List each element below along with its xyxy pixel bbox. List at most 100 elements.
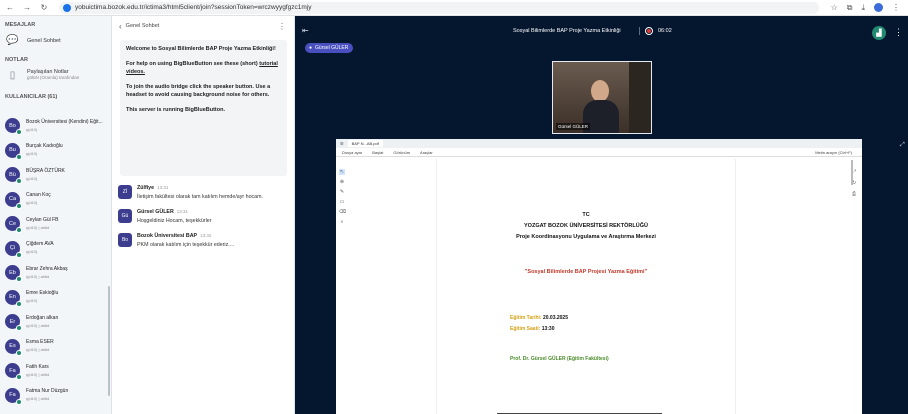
profile-avatar[interactable] bbox=[874, 2, 883, 12]
chat-title[interactable]: Genel Sohbet bbox=[126, 23, 160, 29]
user-name: Burçak Kadıoğlu bbox=[26, 143, 63, 149]
date-label: Eğitim Tarihi: bbox=[510, 315, 542, 321]
address-bar[interactable]: yobuictima.bozok.edu.tr/ictima3/html5cli… bbox=[59, 1, 819, 14]
user-name: Erdoğan alkan bbox=[26, 314, 59, 321]
sidebar-scrollbar[interactable] bbox=[108, 286, 110, 396]
menu-tools: Araçlar bbox=[420, 149, 433, 155]
pointer-tool-icon[interactable]: ↖ bbox=[339, 169, 345, 175]
public-chat-item[interactable]: 💬 Genel Sohbet bbox=[0, 32, 111, 49]
site-info-icon[interactable] bbox=[63, 3, 71, 12]
user-avatar: Ca bbox=[5, 191, 22, 209]
user-avatar: Fa bbox=[5, 387, 22, 405]
message-time: 13:32 bbox=[200, 233, 212, 238]
user-list-item[interactable]: Bu Burçak Kadıoğlu ş(d10) bbox=[5, 142, 111, 160]
bookmark-star-icon[interactable]: ☆ bbox=[831, 3, 838, 13]
users-section-title: KULLANICILAR (61) bbox=[5, 94, 58, 100]
shared-notes-item[interactable]: ▯ Paylaşılan Notlar gölüN (Oramla) taraf… bbox=[0, 66, 111, 84]
pen-tool-icon[interactable]: ✎ bbox=[339, 189, 345, 195]
microphone-icon: ● bbox=[309, 45, 313, 51]
user-name: Bozok Üniversitesi (Kendini) Eğit... bbox=[26, 118, 103, 125]
chevron-left-icon[interactable]: ‹ bbox=[119, 22, 122, 31]
fit-icon[interactable]: ⤢ bbox=[852, 169, 860, 175]
webcam-person-head bbox=[591, 80, 609, 102]
zoom-tool-icon[interactable]: ⊕ bbox=[339, 179, 345, 185]
reload-icon[interactable]: ↻ bbox=[37, 1, 51, 15]
user-name: BÜŞRA ÖZTÜRK bbox=[26, 167, 65, 174]
chat-message: Gü Gürsel GÜLER 13:31 Hoşgeldiniz Hocam, … bbox=[112, 209, 294, 224]
presenter-name: Gürsel GÜLER bbox=[315, 45, 349, 51]
shared-notes-sub: gölüN (Oramla) tarafından bbox=[27, 75, 80, 80]
extensions-icon[interactable]: ⧉ bbox=[847, 3, 853, 13]
welcome-title: Welcome to Sosyal Bilimlerde BAP Proje Y… bbox=[126, 46, 276, 52]
user-list-item[interactable]: Bü BÜŞRA ÖZTÜRK ş(d10) bbox=[5, 167, 111, 184]
message-author: Bozok Üniversitesi BAP bbox=[137, 233, 198, 239]
message-text: Hoşgeldiniz Hocam, teşekkürler bbox=[137, 218, 212, 224]
user-name: Fatma Nur Düzgün bbox=[26, 388, 69, 394]
highlight-tool-icon[interactable]: ▭ bbox=[339, 199, 345, 205]
online-status-icon bbox=[16, 325, 22, 331]
back-icon[interactable]: ← bbox=[3, 1, 17, 15]
right-toolbar: ⤢ ↻ ⎙ bbox=[852, 169, 860, 197]
menu-view: Görünüm bbox=[393, 149, 411, 155]
message-time: 13:31 bbox=[157, 185, 169, 190]
user-avatar: Bo bbox=[5, 118, 22, 135]
message-author: Zülfiye bbox=[137, 185, 155, 191]
user-list-item[interactable]: Ce Ceylan Gül FB ş(d10) | ahtid bbox=[5, 216, 111, 233]
meeting-title: Sosyal Bilimlerde BAP Proje Yazma Etkinl… bbox=[513, 28, 621, 34]
webcam-video[interactable]: Gürsel GÜLER bbox=[552, 61, 652, 134]
user-list-item[interactable]: Er Erdoğan alkan ş(d10) | ahtid bbox=[5, 314, 111, 331]
user-role: ş(d10) | ahtid bbox=[26, 347, 50, 352]
welcome-audio: To join the audio bridge click the speak… bbox=[126, 84, 271, 98]
user-list-item[interactable]: Çi Çiğdem AVA ş(d10) bbox=[5, 240, 111, 258]
shared-window-titlebar: ☰ BAP N...AB.pdf bbox=[336, 139, 862, 148]
browser-toolbar: ← → ↻ yobuictima.bozok.edu.tr/ictima3/ht… bbox=[0, 0, 908, 16]
date-value: 20.03.2025 bbox=[542, 315, 568, 321]
user-list-item[interactable]: En Emre Eskioğlu ş(d10) bbox=[5, 289, 111, 307]
user-role: ş(d10) | ahtid bbox=[26, 322, 50, 328]
user-list-item[interactable]: Eb Ebrar Zehra Akbaş ş(d10) | ahtid bbox=[5, 265, 111, 282]
browser-menu-icon[interactable]: ⋮ bbox=[892, 3, 900, 13]
chat-panel: ‹ Genel Sohbet ⋮ Welcome to Sosyal Bilim… bbox=[112, 16, 295, 414]
recording-timer: 06:02 bbox=[658, 28, 672, 34]
rotate-icon[interactable]: ↻ bbox=[852, 180, 860, 186]
online-status-icon bbox=[16, 276, 22, 282]
messages-section-title: MESAJLAR bbox=[5, 22, 36, 28]
pdf-search: Metin arayın (Ctrl+F) bbox=[815, 149, 852, 155]
user-avatar: Ce bbox=[5, 216, 22, 233]
user-list-item[interactable]: Ca Canan Koç ş(d10) bbox=[5, 191, 111, 209]
user-list-item[interactable]: Fa Fatma Nur Düzgün ş(d10) | ahtid bbox=[5, 387, 111, 405]
user-role: ş(d10) bbox=[26, 175, 38, 181]
user-name: Canan Koç bbox=[26, 192, 51, 198]
user-list-item[interactable]: Bo Bozok Üniversitesi (Kendini) Eğit... ş(… bbox=[5, 118, 111, 135]
doc-date: Eğitim Tarihi: 20.03.2025 bbox=[510, 315, 568, 321]
message-avatar: Gü bbox=[118, 209, 132, 223]
message-author: Gürsel GÜLER bbox=[137, 209, 174, 215]
collapse-panel-icon[interactable]: ⇤ bbox=[302, 26, 309, 35]
pdf-scrollbar[interactable] bbox=[851, 160, 853, 185]
online-status-icon bbox=[16, 153, 22, 160]
url-text: yobuictima.bozok.edu.tr/ictima3/html5cli… bbox=[75, 4, 312, 11]
menu-file: Dosya ayar bbox=[342, 149, 363, 155]
webcam-label: Gürsel GÜLER bbox=[556, 123, 591, 130]
chat-options-icon[interactable]: ⋮ bbox=[278, 22, 286, 31]
user-role: ş(d10) bbox=[26, 151, 38, 156]
forward-icon[interactable]: → bbox=[20, 1, 34, 15]
doc-speaker: Prof. Dr. Gürsel GÜLER (Eğitim Fakültesi… bbox=[510, 356, 609, 362]
user-avatar: Çi bbox=[5, 240, 22, 258]
user-list-item[interactable]: Es Esma ESER ş(d10) | ahtid bbox=[5, 338, 111, 356]
connection-status-icon[interactable]: ▟ bbox=[872, 26, 886, 40]
options-menu-icon[interactable]: ⋮ bbox=[894, 27, 903, 38]
chat-bubble-icon: 💬 bbox=[6, 35, 19, 46]
search-tool-icon[interactable]: ⌕ bbox=[339, 219, 345, 225]
fullscreen-icon[interactable]: ⤢ bbox=[900, 142, 905, 149]
menu-home: Başlat bbox=[372, 149, 384, 155]
online-status-icon bbox=[16, 398, 22, 405]
recording-icon[interactable] bbox=[645, 27, 653, 35]
eraser-tool-icon[interactable]: ⌫ bbox=[339, 209, 346, 215]
user-list-item[interactable]: Fa Fatih Kars ş(d10) | ahtid bbox=[5, 363, 111, 380]
public-chat-label: Genel Sohbet bbox=[27, 37, 61, 44]
print-icon[interactable]: ⎙ bbox=[852, 191, 860, 197]
online-status-icon bbox=[16, 202, 22, 209]
download-icon[interactable]: ⤓ bbox=[861, 3, 865, 13]
online-status-icon bbox=[16, 349, 22, 356]
